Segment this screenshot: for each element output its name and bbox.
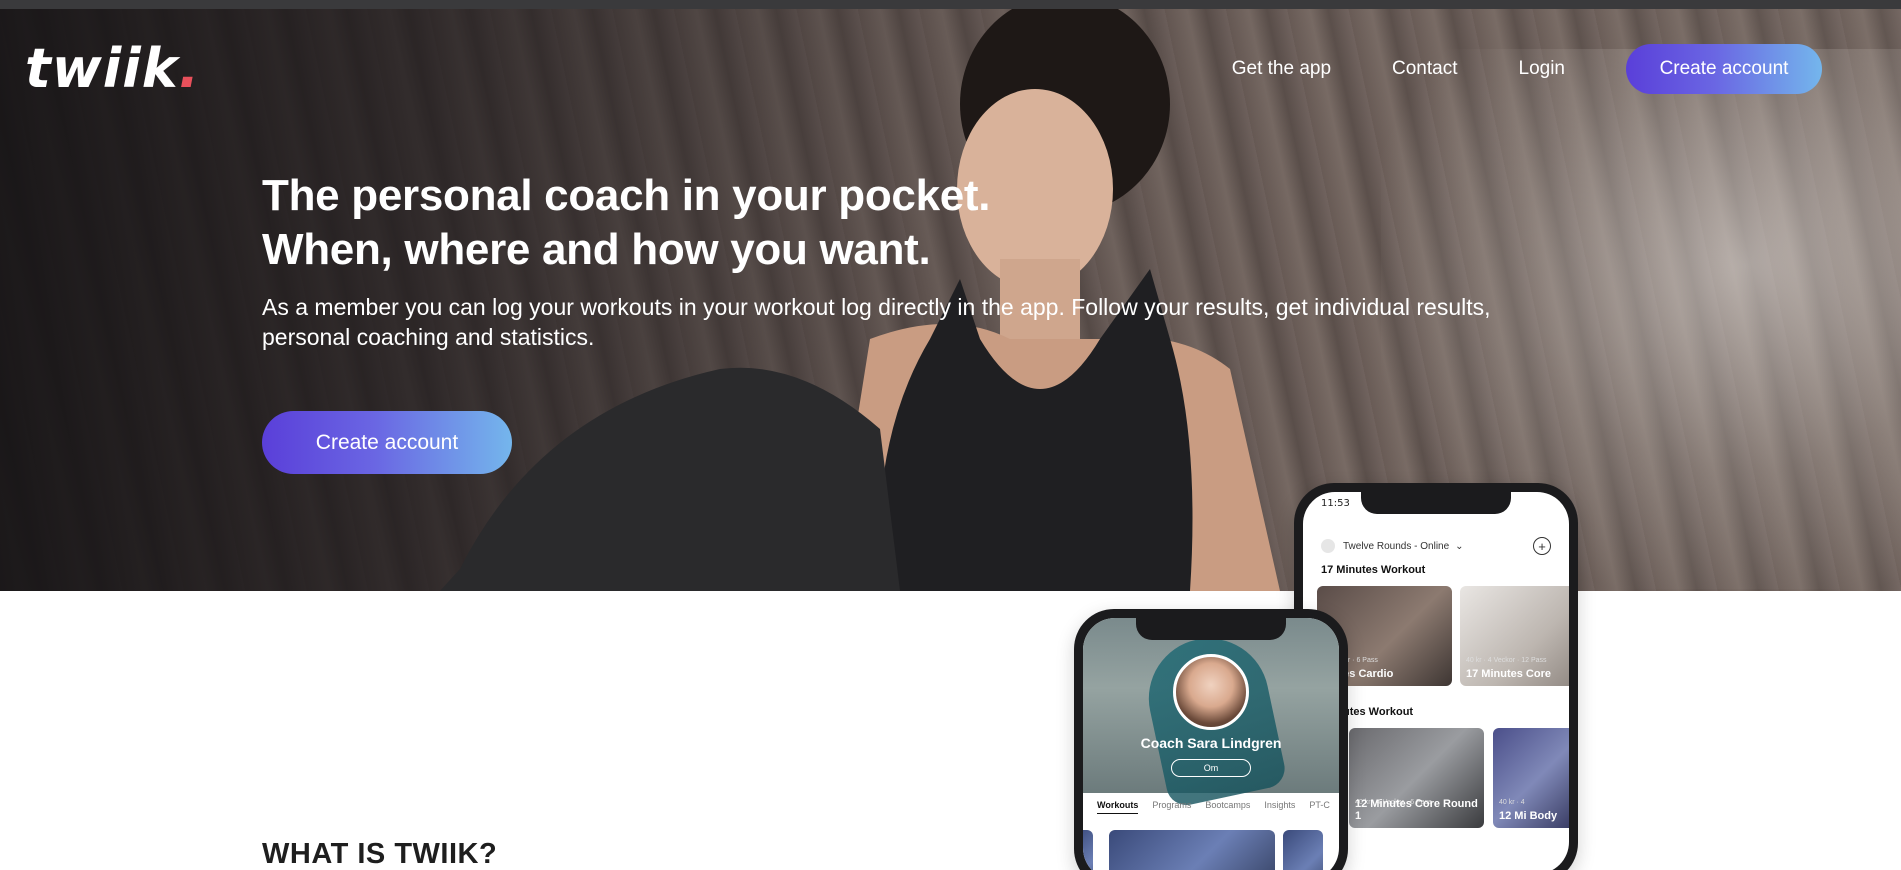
workout-thumbnail-partial bbox=[1283, 830, 1323, 870]
browser-top-strip bbox=[0, 0, 1901, 9]
tab-pt: PT-C bbox=[1309, 800, 1330, 810]
phone-notch bbox=[1136, 618, 1286, 640]
phone-screen: Coach Sara Lindgren Om Workouts Programs… bbox=[1083, 618, 1339, 870]
hero-section: twiik. Get the app Contact Login Create … bbox=[0, 9, 1901, 591]
nav-create-account-button[interactable]: Create account bbox=[1626, 44, 1822, 94]
hero-headline-line1: The personal coach in your pocket. bbox=[262, 171, 991, 220]
phone-status-time: 11:53 bbox=[1321, 498, 1350, 509]
what-is-twiik-heading: WHAT IS TWIIK? bbox=[262, 838, 498, 870]
workout-thumbnail bbox=[1109, 830, 1275, 870]
account-selector: Twelve Rounds - Online ⌄ + bbox=[1321, 536, 1551, 556]
workout-card: 40 kr · 4 Veckor · 6 Pass 12 Minutes Cor… bbox=[1349, 728, 1484, 828]
card-title: 17 Minutes Core bbox=[1466, 668, 1551, 680]
account-avatar bbox=[1321, 539, 1335, 553]
main-nav: Get the app Contact Login Create account bbox=[1232, 43, 1822, 95]
card-title: 12 Mi Body bbox=[1499, 810, 1558, 822]
hero-headline: The personal coach in your pocket. When,… bbox=[262, 169, 991, 277]
tab-workouts: Workouts bbox=[1097, 800, 1139, 814]
logo-dot: . bbox=[178, 37, 201, 100]
hero-create-account-button[interactable]: Create account bbox=[262, 411, 512, 474]
section-label-17-minutes: 17 Minutes Workout bbox=[1321, 564, 1426, 576]
coach-tabs: Workouts Programs Bootcamps Insights PT-… bbox=[1097, 800, 1339, 814]
coach-about-button: Om bbox=[1171, 759, 1251, 777]
workout-thumbnail-partial bbox=[1083, 830, 1093, 870]
phone-mockup-coach-profile: Coach Sara Lindgren Om Workouts Programs… bbox=[1074, 609, 1348, 870]
card-title: 12 Minutes Core Round 1 bbox=[1355, 798, 1478, 822]
phone-notch bbox=[1361, 492, 1511, 514]
tab-programs: Programs bbox=[1152, 800, 1192, 810]
add-icon: + bbox=[1533, 537, 1551, 555]
card-meta: 40 kr · 4 Veckor · 12 Pass bbox=[1466, 657, 1547, 664]
account-name: Twelve Rounds - Online bbox=[1343, 540, 1450, 552]
nav-get-the-app[interactable]: Get the app bbox=[1232, 58, 1331, 80]
twiik-logo[interactable]: twiik. bbox=[25, 39, 200, 99]
chevron-down-icon: ⌄ bbox=[1455, 540, 1464, 552]
logo-text: twiik bbox=[25, 37, 179, 100]
coach-name: Coach Sara Lindgren bbox=[1140, 735, 1282, 751]
workout-card: 40 kr · 4 12 Mi Body bbox=[1493, 728, 1569, 828]
section-label-minutes-workout: utes Workout bbox=[1343, 706, 1414, 718]
tab-bootcamps: Bootcamps bbox=[1205, 800, 1251, 810]
hero-subtext: As a member you can log your workouts in… bbox=[262, 294, 1491, 350]
nav-contact[interactable]: Contact bbox=[1392, 58, 1457, 80]
tab-insights: Insights bbox=[1264, 800, 1296, 810]
hero-headline-line2: When, where and how you want. bbox=[262, 225, 931, 274]
nav-login[interactable]: Login bbox=[1519, 58, 1566, 80]
coach-avatar bbox=[1173, 654, 1249, 730]
workout-card: 40 kr · 4 Veckor · 12 Pass 17 Minutes Co… bbox=[1460, 586, 1569, 686]
card-meta: 40 kr · 4 bbox=[1499, 799, 1525, 806]
